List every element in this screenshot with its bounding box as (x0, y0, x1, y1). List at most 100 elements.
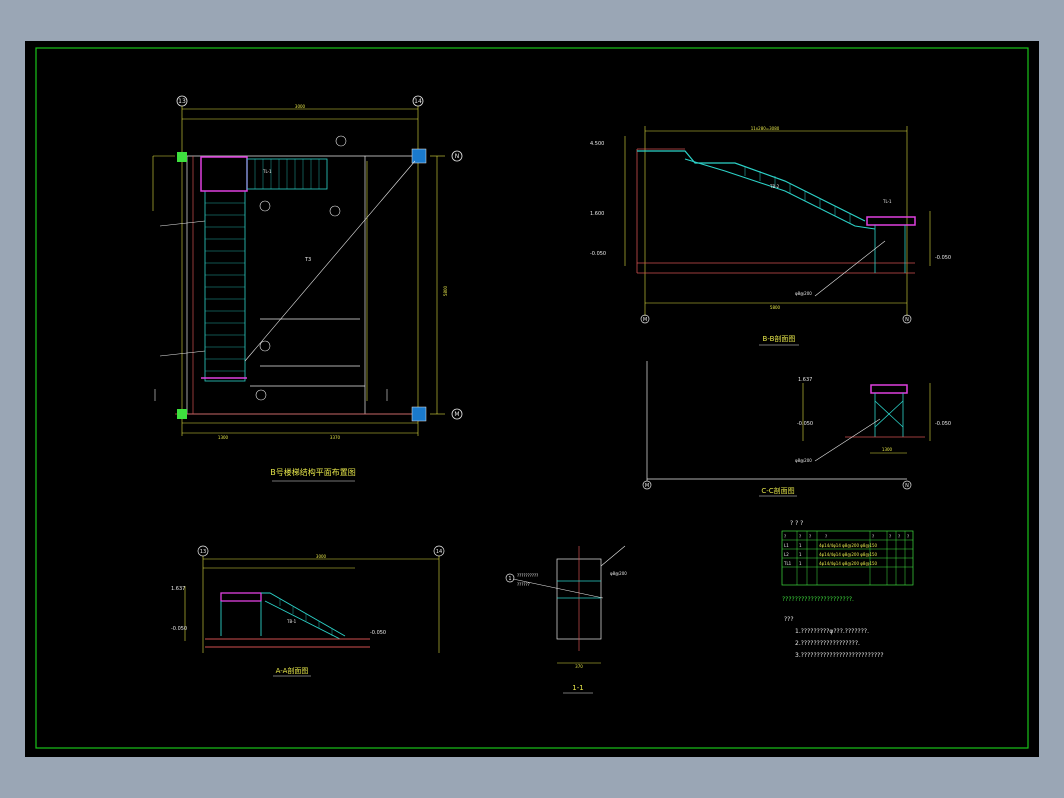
plan-title: B号楼梯结构平面布置图 (270, 467, 356, 477)
bb-landing-beam (866, 216, 916, 226)
cc-frame (874, 393, 904, 437)
cc-bottom-dim: 1300 (882, 447, 893, 452)
note-line: 2.??????????????????. (795, 640, 860, 647)
s11-note-a: ?????????? (517, 573, 538, 578)
table-cell: 4φ14/4φ14 φ8@200 φ8@150 (819, 561, 878, 566)
axis-label: M (454, 411, 459, 418)
cc-dimensions (802, 383, 931, 454)
axis-label: 14 (436, 549, 442, 555)
bb-flight-bottom (684, 158, 876, 230)
table-cell: 1 (799, 552, 802, 557)
s11-note-b: ?????? (517, 582, 530, 587)
top-dimension: 3000 (295, 104, 306, 109)
bb-elev-top: 4.500 (590, 141, 604, 147)
header-cell: ? (889, 534, 891, 539)
bb-bottom-dim: 5800 (770, 305, 781, 310)
column-14-n (411, 148, 427, 164)
bb-title: B-B剖面图 (763, 334, 796, 343)
header-cell: ? (784, 534, 786, 539)
notes-title: ??? (784, 616, 794, 623)
table-cell: 4φ14/4φ14 φ8@200 φ8@150 (819, 543, 878, 548)
table-cell: 1 (799, 543, 802, 548)
aa-title: A-A剖面图 (276, 666, 309, 675)
plan-walls (182, 155, 418, 415)
cc-elev-right: -0.050 (935, 421, 951, 427)
table-cell: 4φ14/4φ14 φ8@200 φ8@150 (819, 552, 878, 557)
aa-slab-label: TB-1 (286, 619, 297, 624)
axis-label: M (643, 317, 647, 323)
plan-upper-treads (254, 159, 320, 189)
s11-marker-label: 1 (508, 576, 511, 582)
column-13-n (177, 152, 187, 162)
aa-elev-low: -0.050 (171, 626, 187, 632)
axis-label: 13 (178, 98, 186, 105)
aa-elev-right: -0.050 (370, 630, 386, 636)
header-cell: ? (825, 534, 827, 539)
bottom-dimension-1: 1300 (218, 435, 229, 440)
note-line: 1.?????????φ???.???????. (795, 628, 869, 635)
axis-label: 13 (200, 549, 206, 555)
plan-stair-treads (205, 202, 245, 372)
s11-title: 1-1 (572, 684, 583, 692)
aa-steps (279, 599, 333, 636)
plan-tl-label: TL-1 (262, 169, 272, 174)
plan-room-label: T3 (304, 257, 311, 263)
cc-title: C-C剖面图 (761, 486, 794, 495)
plan-dimensions (152, 106, 445, 436)
plan-callouts (154, 135, 416, 401)
bb-support (874, 225, 906, 273)
bb-elev-mid: 1.600 (590, 211, 604, 217)
bb-floor (636, 148, 915, 274)
cc-elev-left: -0.050 (797, 421, 813, 427)
s11-leader-2 (600, 545, 626, 567)
stair-plan: 13 14 N M 3000 5800 1300 3370 TL-1 T3 B号… (152, 95, 463, 482)
axis-label: N (905, 483, 909, 489)
cc-beam (870, 384, 908, 394)
aa-beam (220, 592, 262, 602)
aa-dimensions (184, 556, 440, 653)
s11-rebar-label: φ8@200 (610, 571, 627, 576)
table-cell: TL1 (783, 561, 792, 566)
axis-label: 14 (414, 98, 422, 105)
bb-dimensions (624, 126, 931, 316)
aa-frame (220, 592, 346, 640)
cc-rebar-label: φ8@200 (795, 458, 812, 463)
header-cell: ? (872, 534, 874, 539)
bb-elev-low: -0.050 (590, 251, 606, 257)
right-dimension: 5800 (443, 285, 448, 296)
table-cell: 1 (799, 561, 802, 566)
section-11: 1 ?????????? ?????? φ8@200 370 1-1 (505, 545, 627, 694)
schedule-note: ??????????????????????. (782, 596, 854, 603)
bb-leader (814, 240, 886, 297)
axis-label: M (645, 483, 649, 489)
plan-red-lines (175, 156, 418, 415)
section-cc: 1.637 -0.050 -0.050 φ8@200 1300 M N C-C剖… (642, 361, 951, 497)
s11-bottom-dim: 370 (575, 664, 583, 669)
cc-elev-top: 1.637 (798, 377, 812, 383)
plan-stair-flight (204, 190, 246, 382)
plan-landing-beam (200, 156, 248, 192)
bottom-dimension-2: 3370 (330, 435, 341, 440)
aa-elev-left: 1.637 (171, 586, 185, 592)
header-cell: ? (799, 534, 801, 539)
schedule-title: ? ? ? (790, 520, 803, 527)
bb-tl-label: TL-1 (882, 199, 892, 204)
table-cell: L2 (784, 552, 789, 557)
aa-top-dim: 3000 (316, 554, 327, 559)
cad-drawing-sheet: 13 14 N M 3000 5800 1300 3370 TL-1 T3 B号… (25, 41, 1039, 757)
bb-rebar-label: φ8@200 (795, 291, 812, 296)
bb-top-dim: 11x280=3080 (751, 126, 780, 131)
bb-flight-top (637, 150, 866, 222)
schedule-header: ? ? ? ? ? ? ? ? (784, 534, 909, 539)
bb-steps (744, 166, 851, 223)
drawing-canvas[interactable]: 13 14 N M 3000 5800 1300 3370 TL-1 T3 B号… (25, 41, 1039, 757)
bb-slab-label: TB-2 (769, 184, 780, 189)
header-cell: ? (907, 534, 909, 539)
column-13-m (177, 409, 187, 419)
note-line: 3.?????????????????????????? (795, 652, 884, 659)
section-aa: 13 14 3000 1.637 -0.050 -0.050 TB-1 A-A剖 (171, 545, 445, 677)
header-cell: ? (809, 534, 811, 539)
schedule-grid (782, 531, 913, 585)
header-cell: ? (898, 534, 900, 539)
schedule-and-notes: ? ? ? ? ? ? ? ? ? ? ? L1 1 4φ14/4φ14 φ8@… (781, 520, 914, 659)
